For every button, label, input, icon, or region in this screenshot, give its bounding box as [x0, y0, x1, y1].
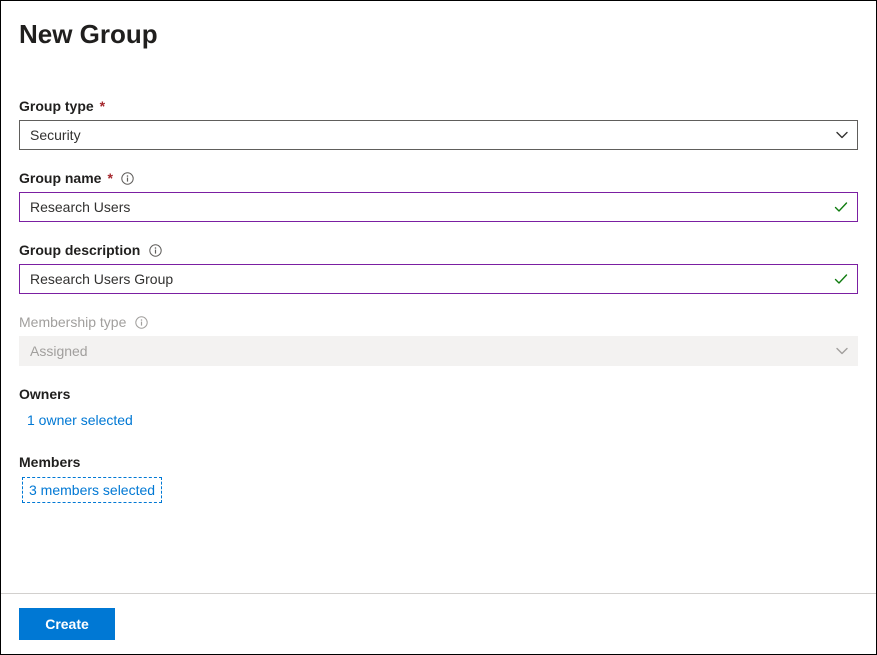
group-type-label: Group type *	[19, 98, 858, 114]
membership-type-value: Assigned	[30, 343, 88, 359]
members-selected-link[interactable]: 3 members selected	[25, 480, 159, 500]
group-name-label-text: Group name	[19, 170, 101, 186]
group-type-select-wrap: Security	[19, 120, 858, 150]
form-content: New Group Group type * Security Group na…	[1, 1, 876, 593]
chevron-down-icon	[835, 344, 849, 358]
group-description-label: Group description	[19, 242, 858, 258]
info-icon[interactable]	[121, 171, 135, 185]
group-name-value: Research Users	[30, 199, 130, 215]
group-name-field: Group name * Research Users	[19, 170, 858, 222]
group-description-value: Research Users Group	[30, 271, 173, 287]
group-name-input-wrap: Research Users	[19, 192, 858, 222]
owners-section: Owners 1 owner selected	[19, 386, 858, 428]
group-description-label-text: Group description	[19, 242, 140, 258]
chevron-down-icon	[835, 128, 849, 142]
info-icon[interactable]	[148, 243, 162, 257]
membership-type-select-wrap: Assigned	[19, 336, 858, 366]
group-type-field: Group type * Security	[19, 98, 858, 150]
membership-type-select: Assigned	[19, 336, 858, 366]
membership-type-label: Membership type	[19, 314, 858, 330]
page-title: New Group	[19, 19, 858, 50]
members-section: Members 3 members selected	[19, 454, 858, 500]
membership-type-field: Membership type Assigned	[19, 314, 858, 366]
group-type-select[interactable]: Security	[19, 120, 858, 150]
new-group-form: New Group Group type * Security Group na…	[0, 0, 877, 655]
group-type-value: Security	[30, 127, 81, 143]
group-name-label: Group name *	[19, 170, 858, 186]
membership-type-label-text: Membership type	[19, 314, 126, 330]
required-asterisk: *	[100, 98, 105, 114]
group-type-label-text: Group type	[19, 98, 94, 114]
group-name-input[interactable]: Research Users	[19, 192, 858, 222]
create-button[interactable]: Create	[19, 608, 115, 640]
group-description-input-wrap: Research Users Group	[19, 264, 858, 294]
owners-label: Owners	[19, 386, 858, 402]
checkmark-icon	[833, 199, 849, 215]
checkmark-icon	[833, 271, 849, 287]
owners-selected-link[interactable]: 1 owner selected	[27, 412, 133, 428]
group-description-field: Group description Research Users Group	[19, 242, 858, 294]
required-asterisk: *	[107, 170, 112, 186]
members-label: Members	[19, 454, 858, 470]
info-icon[interactable]	[134, 315, 148, 329]
group-description-input[interactable]: Research Users Group	[19, 264, 858, 294]
form-footer: Create	[1, 593, 876, 654]
